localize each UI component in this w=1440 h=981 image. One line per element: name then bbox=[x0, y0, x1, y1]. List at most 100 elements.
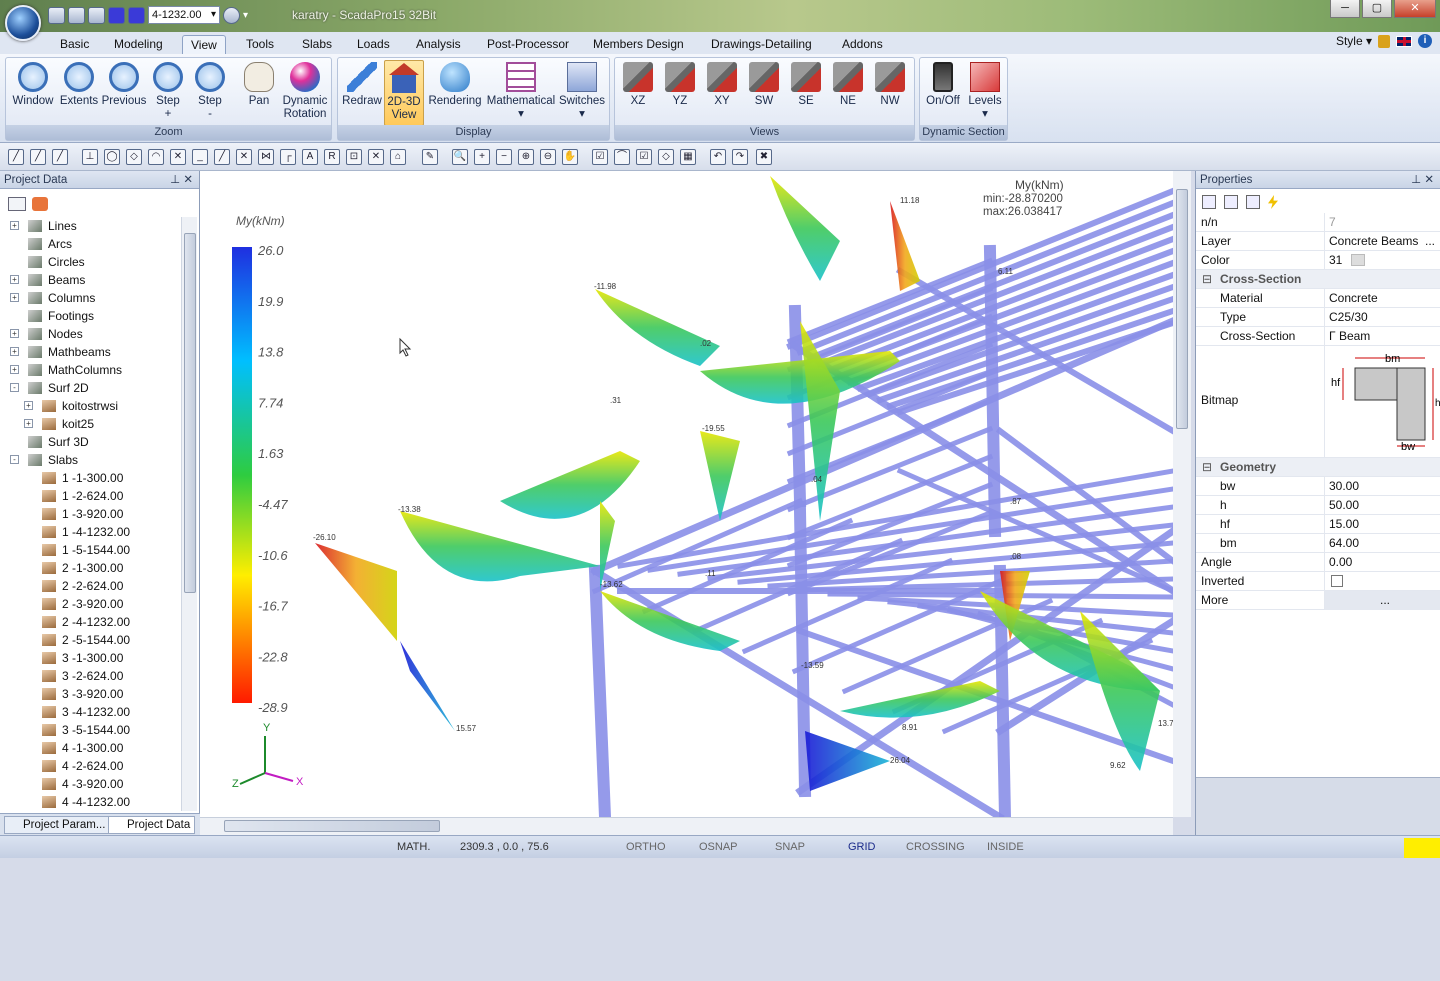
tab-project-data[interactable]: Project Data bbox=[108, 816, 196, 834]
section-levels-button[interactable]: Levels ▾ bbox=[964, 60, 1006, 121]
maximize-button[interactable]: ▢ bbox=[1362, 0, 1392, 18]
tree-item[interactable]: + Columns bbox=[4, 289, 180, 307]
level-combo[interactable]: 4-1232.00 bbox=[148, 6, 220, 24]
pin-close-icons[interactable]: ⊥ ✕ bbox=[170, 171, 193, 189]
style-menu[interactable]: Style ▾ bbox=[1336, 34, 1372, 48]
toolbar-tool-13-icon[interactable]: ┌ bbox=[280, 149, 296, 165]
application-menu-orb[interactable] bbox=[5, 5, 41, 41]
collapse-icon[interactable]: - bbox=[10, 383, 19, 392]
zoom-window-button[interactable]: Window bbox=[8, 60, 58, 108]
tree-item[interactable]: 2 -3-920.00 bbox=[4, 595, 180, 613]
alphabetical-icon[interactable] bbox=[1224, 195, 1238, 209]
toolbar-tool-24-icon[interactable]: ⊖ bbox=[540, 149, 556, 165]
tree-item[interactable]: + koitostrwsi bbox=[4, 397, 180, 415]
view-yz-button[interactable]: YZ bbox=[663, 60, 697, 108]
zoom-step-in-button[interactable]: Step + bbox=[150, 60, 186, 121]
tree-item[interactable]: - Surf 2D bbox=[4, 379, 180, 397]
tab-view[interactable]: View bbox=[182, 35, 226, 54]
tree-item[interactable]: 3 -5-1544.00 bbox=[4, 721, 180, 739]
property-value[interactable]: 31 bbox=[1324, 251, 1440, 270]
status-inside[interactable]: INSIDE bbox=[987, 836, 1024, 858]
toolbar-tool-33-icon[interactable]: ✖ bbox=[756, 149, 772, 165]
status-crossing[interactable]: CROSSING bbox=[906, 836, 965, 858]
property-row[interactable]: Color 31 bbox=[1196, 251, 1440, 270]
tree-scroll-thumb[interactable] bbox=[184, 233, 196, 593]
tree-item[interactable]: 1 -2-624.00 bbox=[4, 487, 180, 505]
property-row[interactable]: Cross-Section ⊟ bbox=[1196, 270, 1440, 289]
view-xy-button[interactable]: XY bbox=[705, 60, 739, 108]
toolbar-tool-22-icon[interactable]: − bbox=[496, 149, 512, 165]
eye-icon[interactable] bbox=[223, 6, 240, 24]
toolbar-tool-15-icon[interactable]: R bbox=[324, 149, 340, 165]
property-value[interactable]: C25/30 bbox=[1324, 308, 1440, 327]
viewport-hscroll-thumb[interactable] bbox=[224, 820, 440, 832]
property-row[interactable]: Geometry ⊟ bbox=[1196, 458, 1440, 477]
view-se-button[interactable]: SE bbox=[789, 60, 823, 108]
toolbar-tool-4-icon[interactable]: ⊥ bbox=[82, 149, 98, 165]
tab-project-params[interactable]: Project Param... bbox=[4, 816, 111, 834]
layer-browse-button[interactable]: ... bbox=[1425, 232, 1435, 250]
tree-item[interactable]: 2 -1-300.00 bbox=[4, 559, 180, 577]
zoom-extents-button[interactable]: Extents bbox=[58, 60, 100, 108]
tree-item[interactable]: 2 -5-1544.00 bbox=[4, 631, 180, 649]
toolbar-tool-9-icon[interactable]: _ bbox=[192, 149, 208, 165]
toolbar-tool-19-icon[interactable]: ✎ bbox=[422, 149, 438, 165]
view-sw-button[interactable]: SW bbox=[747, 60, 781, 108]
expand-icon[interactable]: + bbox=[10, 293, 19, 302]
tab-post-processor[interactable]: Post-Processor bbox=[479, 35, 577, 54]
property-value[interactable]: Γ Beam bbox=[1324, 327, 1440, 346]
view-xz-button[interactable]: XZ bbox=[621, 60, 655, 108]
tree-scrollbar[interactable] bbox=[181, 217, 197, 811]
tab-loads[interactable]: Loads bbox=[349, 35, 398, 54]
view-ne-button[interactable]: NE bbox=[831, 60, 865, 108]
property-row[interactable]: More... bbox=[1196, 591, 1440, 610]
tree-item[interactable]: 1 -4-1232.00 bbox=[4, 523, 180, 541]
redraw-button[interactable]: Redraw bbox=[340, 60, 384, 108]
tree-item[interactable]: Arcs bbox=[4, 235, 180, 253]
viewport-hscroll[interactable] bbox=[200, 817, 1173, 835]
status-ortho[interactable]: ORTHO bbox=[626, 836, 666, 858]
tree-item[interactable]: + Lines bbox=[4, 217, 180, 235]
toolbar-tool-16-icon[interactable]: ⊡ bbox=[346, 149, 362, 165]
tree-item[interactable]: Circles bbox=[4, 253, 180, 271]
property-value[interactable]: 0.00 bbox=[1324, 553, 1440, 572]
collapse-icon[interactable]: - bbox=[10, 455, 19, 464]
close-button[interactable]: ✕ bbox=[1394, 0, 1436, 18]
qat-dropdown-icon[interactable]: ▾ bbox=[243, 10, 248, 21]
tree-item[interactable]: 4 -2-624.00 bbox=[4, 757, 180, 775]
property-row[interactable]: n/n 7 bbox=[1196, 213, 1440, 232]
2d-3d-view-button[interactable]: 2D-3D View bbox=[384, 60, 424, 126]
toolbar-tool-10-icon[interactable]: ╱ bbox=[214, 149, 230, 165]
mathematical-button[interactable]: Mathematical ▾ bbox=[486, 60, 556, 121]
property-row[interactable]: Material Concrete bbox=[1196, 289, 1440, 308]
toolbar-tool-27-icon[interactable]: ⌒ bbox=[614, 149, 630, 165]
expand-icon[interactable]: + bbox=[10, 329, 19, 338]
zoom-previous-button[interactable]: Previous bbox=[100, 60, 148, 108]
tab-drawings-detailing[interactable]: Drawings-Detailing bbox=[703, 35, 820, 54]
tab-slabs[interactable]: Slabs bbox=[294, 35, 340, 54]
tree-item[interactable]: 4 -4-1232.00 bbox=[4, 793, 180, 811]
globe-icon[interactable] bbox=[88, 6, 105, 24]
tree-item[interactable]: + Mathbeams bbox=[4, 343, 180, 361]
property-row[interactable]: Cross-Section Γ Beam bbox=[1196, 327, 1440, 346]
status-grid[interactable]: GRID bbox=[848, 836, 876, 858]
tab-modeling[interactable]: Modeling bbox=[106, 35, 171, 54]
property-value[interactable]: bm bw hf h bbox=[1324, 346, 1440, 458]
toolbar-tool-8-icon[interactable]: ✕ bbox=[170, 149, 186, 165]
tree-item[interactable]: + koit25 bbox=[4, 415, 180, 433]
tree-refresh-icon[interactable] bbox=[32, 197, 48, 211]
expand-icon[interactable]: + bbox=[24, 419, 33, 428]
property-value[interactable]: 15.00 bbox=[1324, 515, 1440, 534]
tree-item[interactable]: 4 -3-920.00 bbox=[4, 775, 180, 793]
tree-view-icon[interactable] bbox=[8, 197, 26, 211]
section-on-off-button[interactable]: On/Off bbox=[922, 60, 964, 108]
toolbar-tool-31-icon[interactable]: ↶ bbox=[710, 149, 726, 165]
property-row[interactable]: Type C25/30 bbox=[1196, 308, 1440, 327]
tab-analysis[interactable]: Analysis bbox=[408, 35, 469, 54]
pan-button[interactable]: Pan bbox=[242, 60, 276, 108]
collapse-category-icon[interactable]: ⊟ bbox=[1202, 458, 1212, 476]
property-value[interactable]: 64.00 bbox=[1324, 534, 1440, 553]
property-pages-icon[interactable] bbox=[1246, 195, 1260, 209]
toolbar-tool-17-icon[interactable]: ✕ bbox=[368, 149, 384, 165]
tree-item[interactable]: 3 -3-920.00 bbox=[4, 685, 180, 703]
